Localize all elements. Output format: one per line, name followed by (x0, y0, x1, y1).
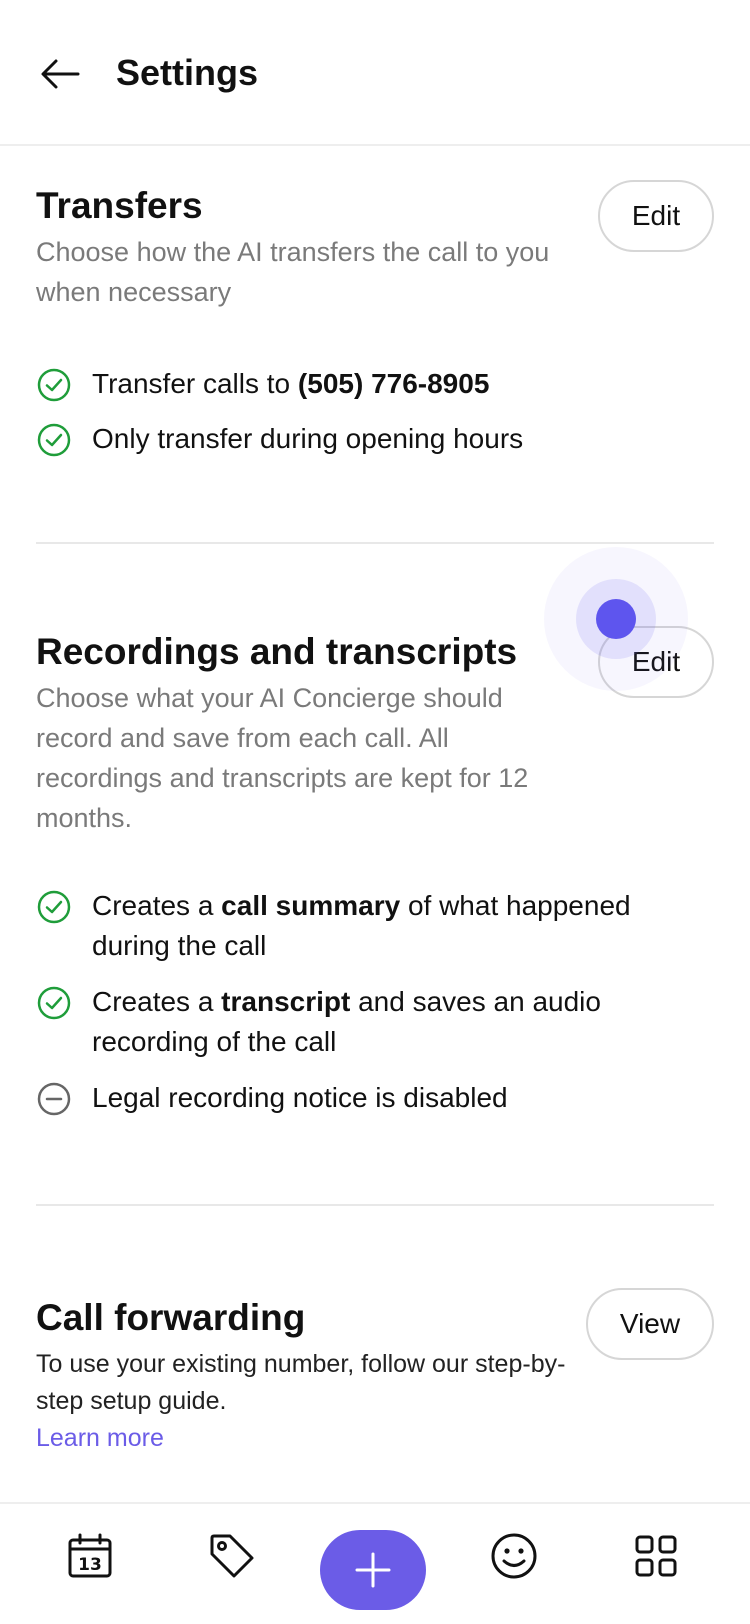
nav-profile-button[interactable] (482, 1524, 546, 1588)
tag-icon (210, 1534, 254, 1578)
forwarding-description: To use your existing number, follow our … (36, 1350, 566, 1415)
transfers-description: Choose how the AI transfers the call to … (36, 237, 550, 307)
section-divider (36, 542, 714, 544)
list-item: Creates a transcript and saves an audio … (36, 982, 714, 1062)
page-title: Settings (116, 52, 259, 93)
nav-add-button[interactable] (320, 1530, 426, 1610)
learn-more-link[interactable]: Learn more (36, 1420, 714, 1457)
grid-icon (635, 1535, 677, 1577)
item-text: Only transfer during opening hours (92, 423, 524, 454)
list-item: Only transfer during opening hours (36, 419, 714, 459)
forwarding-view-button[interactable]: View (586, 1288, 714, 1360)
calendar-icon: 13 (68, 1533, 112, 1578)
bottom-nav: 13 (0, 1502, 750, 1624)
section-divider (36, 1204, 714, 1206)
recordings-edit-button[interactable]: Edit (598, 626, 714, 698)
item-text: Transfer calls to (505) 776-8905 (92, 368, 490, 399)
forwarding-section: Call forwarding To use your existing num… (36, 1288, 714, 1457)
recordings-description: Choose what your AI Concierge should rec… (36, 683, 529, 833)
nav-calendar-button[interactable]: 13 (58, 1524, 122, 1588)
arrow-left-icon (41, 59, 80, 89)
smiley-icon (491, 1533, 537, 1579)
transfers-section: Transfers Choose how the AI transfers th… (36, 180, 714, 459)
check-circle-icon (37, 423, 71, 457)
item-text: Legal recording notice is disabled (92, 1082, 508, 1113)
app-header: Settings (0, 0, 750, 146)
svg-text:13: 13 (78, 1555, 102, 1575)
check-circle-icon (37, 986, 71, 1020)
nav-more-button[interactable] (624, 1524, 688, 1588)
list-item: Transfer calls to (505) 776-8905 (36, 364, 714, 404)
nav-tags-button[interactable] (200, 1524, 264, 1588)
recordings-list: Creates a call summary of what happened … (36, 886, 714, 1118)
check-circle-icon (37, 368, 71, 402)
minus-circle-icon (37, 1082, 71, 1116)
item-text: Creates a call summary of what happened … (92, 890, 631, 961)
item-text: Creates a transcript and saves an audio … (92, 986, 601, 1057)
list-item: Creates a call summary of what happened … (36, 886, 714, 966)
recordings-section: Recordings and transcripts Choose what y… (36, 626, 714, 1118)
list-item: Legal recording notice is disabled (36, 1078, 714, 1118)
transfers-list: Transfer calls to (505) 776-8905 Only tr… (36, 364, 714, 459)
back-button[interactable] (36, 50, 84, 98)
check-circle-icon (37, 890, 71, 924)
transfers-edit-button[interactable]: Edit (598, 180, 714, 252)
plus-icon (355, 1552, 391, 1588)
